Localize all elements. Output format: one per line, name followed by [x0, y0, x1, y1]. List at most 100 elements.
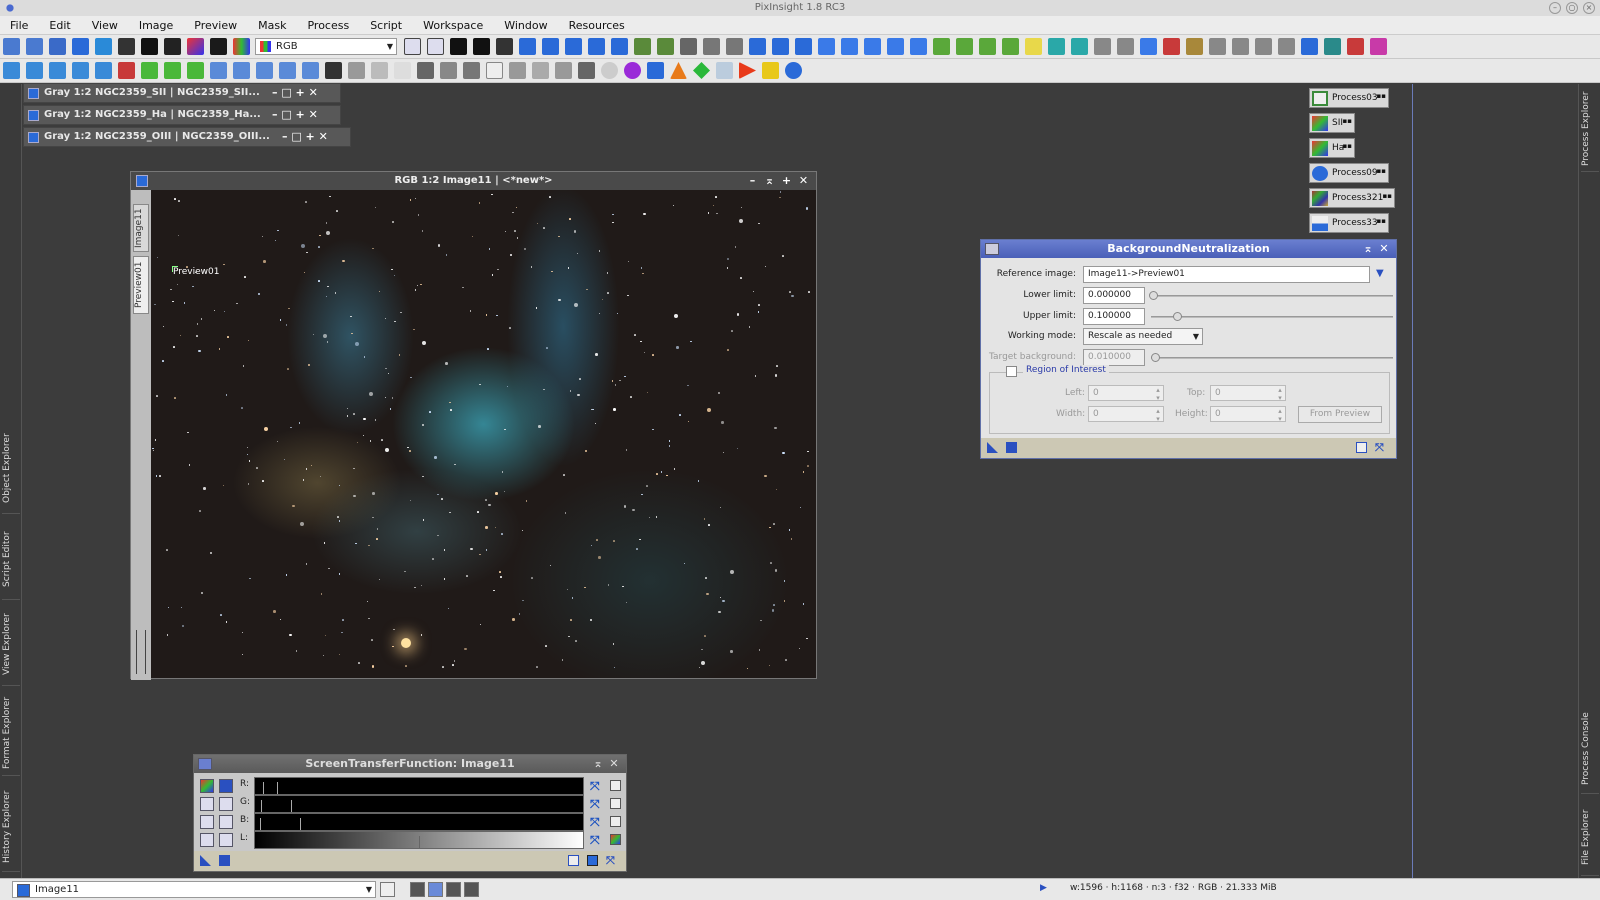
- undo-icon[interactable]: [3, 38, 20, 55]
- blue-cube-icon[interactable]: [647, 62, 664, 79]
- tab-image11[interactable]: Image11: [133, 204, 149, 252]
- new-image-icon[interactable]: [49, 38, 66, 55]
- menu-view[interactable]: View: [82, 16, 129, 35]
- minimize-icon[interactable]: –: [744, 172, 761, 190]
- save-as-icon[interactable]: [164, 38, 181, 55]
- lower-limit-field[interactable]: 0.000000: [1083, 287, 1145, 304]
- view-selector[interactable]: Image11: [12, 881, 376, 898]
- history-explorer-tab[interactable]: History Explorer: [2, 782, 20, 872]
- number-one-icon[interactable]: [200, 797, 214, 811]
- square3-icon[interactable]: [440, 62, 457, 79]
- reset-channel-icon[interactable]: ⤧: [590, 815, 600, 830]
- cursor-icon[interactable]: [680, 38, 697, 55]
- square-icon[interactable]: [371, 62, 388, 79]
- frame-icon[interactable]: [818, 38, 835, 55]
- stf-bar-l[interactable]: [254, 831, 584, 849]
- histogram-icon[interactable]: [1186, 38, 1203, 55]
- curves-icon[interactable]: [1209, 38, 1226, 55]
- reference-dropdown-icon[interactable]: ▼: [1376, 268, 1388, 280]
- horizontal-arrows-icon[interactable]: [219, 833, 233, 847]
- menu-file[interactable]: File: [0, 16, 39, 35]
- cylinder-icon[interactable]: [716, 62, 733, 79]
- script3-icon[interactable]: [1278, 38, 1295, 55]
- window-controls[interactable]: – □ + ✕: [282, 128, 328, 146]
- color-image-icon[interactable]: [187, 38, 204, 55]
- center-view-icon[interactable]: [588, 38, 605, 55]
- top-spinbox[interactable]: 0: [1210, 385, 1286, 402]
- zoom-one-icon[interactable]: [473, 38, 490, 55]
- close-icon[interactable]: ✕: [606, 755, 622, 773]
- reset-channel-icon[interactable]: ⤧: [590, 779, 600, 794]
- square5-icon[interactable]: [486, 62, 503, 79]
- tool-g-icon[interactable]: [141, 62, 158, 79]
- zoom-2-icon[interactable]: [772, 38, 789, 55]
- process-icon-process09[interactable]: Process09 ▪▪: [1309, 163, 1389, 183]
- preview-copy-icon[interactable]: [427, 38, 444, 55]
- tab-tool-icons[interactable]: [136, 630, 146, 674]
- tool-h-icon[interactable]: [164, 62, 181, 79]
- process-icon-process03[interactable]: Process03 ▪▪: [1309, 88, 1389, 108]
- zoom-two-icon[interactable]: [496, 38, 513, 55]
- plus-icon[interactable]: [219, 797, 233, 811]
- display-mode-2-icon[interactable]: [428, 882, 443, 897]
- window-icon[interactable]: [887, 38, 904, 55]
- background-neutralization-dialog[interactable]: BackgroundNeutralization ⌅ ✕ Reference im…: [980, 239, 1397, 459]
- rgb-link-icon[interactable]: [200, 779, 214, 793]
- window2-icon[interactable]: [910, 38, 927, 55]
- gear-icon[interactable]: [601, 62, 618, 79]
- green-doc-icon[interactable]: [933, 38, 950, 55]
- object-explorer-tab[interactable]: Object Explorer: [2, 424, 20, 514]
- script-icon[interactable]: [1232, 38, 1249, 55]
- reset-icon[interactable]: ⤧: [606, 855, 617, 866]
- square2-icon[interactable]: [417, 62, 434, 79]
- working-mode-select[interactable]: Rescale as needed: [1083, 328, 1203, 345]
- pan-mode-icon[interactable]: [519, 38, 536, 55]
- unlock-icon[interactable]: [1117, 38, 1134, 55]
- fit-view-icon[interactable]: [565, 38, 582, 55]
- process-console-tab[interactable]: Process Console: [1581, 704, 1599, 794]
- from-preview-button[interactable]: From Preview: [1298, 406, 1382, 423]
- menu-process[interactable]: Process: [297, 16, 360, 35]
- color2-icon[interactable]: [1370, 38, 1387, 55]
- square6-icon[interactable]: [509, 62, 526, 79]
- height-spinbox[interactable]: 0: [1210, 406, 1286, 423]
- menu-image[interactable]: Image: [129, 16, 184, 35]
- reset-channel-icon[interactable]: ⤧: [590, 833, 600, 848]
- green-doc2-icon[interactable]: [956, 38, 973, 55]
- tool-a-icon[interactable]: [3, 62, 20, 79]
- window-controls[interactable]: – □ + ✕: [272, 84, 318, 102]
- stf-bar-g[interactable]: [254, 795, 584, 813]
- magnify-out-icon[interactable]: [726, 38, 743, 55]
- frame2-icon[interactable]: [841, 38, 858, 55]
- window-controls[interactable]: – □ + ✕: [272, 106, 318, 124]
- grid-icon[interactable]: [200, 833, 214, 847]
- auto-icon[interactable]: [200, 815, 214, 829]
- purple-circle-icon[interactable]: [624, 62, 641, 79]
- close-icon[interactable]: ✕: [1376, 240, 1392, 258]
- preview-new-icon[interactable]: [404, 38, 421, 55]
- channel-icon[interactable]: [233, 38, 250, 55]
- upper-limit-knob[interactable]: [1173, 312, 1182, 321]
- menu-edit[interactable]: Edit: [39, 16, 81, 35]
- import-icon[interactable]: [1048, 38, 1065, 55]
- rotate2-icon[interactable]: [233, 62, 250, 79]
- target-background-slider[interactable]: [1151, 353, 1393, 362]
- reset-icon[interactable]: [1163, 38, 1180, 55]
- stf-bar-r[interactable]: [254, 777, 584, 795]
- open-icon[interactable]: [95, 38, 112, 55]
- zoom-1-icon[interactable]: [749, 38, 766, 55]
- display-mode-1-icon[interactable]: [410, 882, 425, 897]
- square-black-icon[interactable]: [325, 62, 342, 79]
- display-mode-4-icon[interactable]: [464, 882, 479, 897]
- export-icon[interactable]: [1071, 38, 1088, 55]
- format-explorer-tab[interactable]: Format Explorer: [2, 690, 20, 776]
- orange-triangle-icon[interactable]: [670, 62, 687, 79]
- sync-icon[interactable]: [785, 62, 802, 79]
- rgb-mode-select[interactable]: RGB: [255, 38, 397, 55]
- square8-icon[interactable]: [555, 62, 572, 79]
- file-explorer-tab[interactable]: File Explorer: [1581, 800, 1599, 876]
- square-x-icon[interactable]: [394, 62, 411, 79]
- square7-icon[interactable]: [532, 62, 549, 79]
- stf2-icon[interactable]: [1324, 38, 1341, 55]
- reference-image-field[interactable]: Image11->Preview01: [1083, 266, 1370, 283]
